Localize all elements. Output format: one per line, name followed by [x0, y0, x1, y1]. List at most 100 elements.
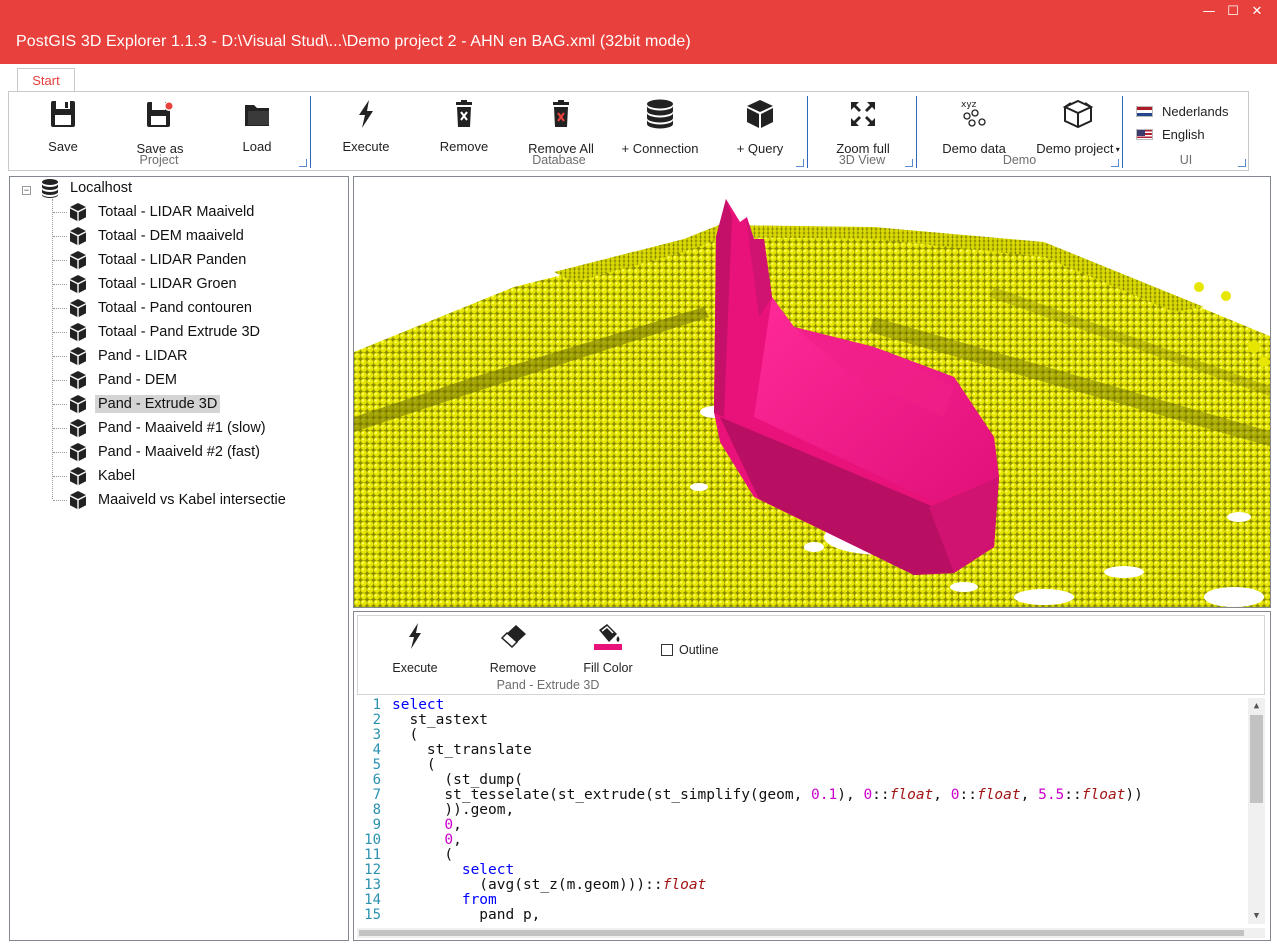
tree-item-label: Kabel [98, 468, 136, 484]
tree-item[interactable]: Totaal - LIDAR Maaiveld [68, 201, 257, 223]
remove-all-button[interactable]: Remove All [526, 98, 596, 156]
tab-start[interactable]: Start [17, 68, 75, 93]
3d-scene[interactable] [354, 177, 1271, 608]
paint-bucket-icon [594, 624, 622, 650]
tree-guide-line [53, 260, 67, 261]
demo-data-button[interactable]: xyz Demo data [940, 98, 1008, 156]
dialog-launcher-icon[interactable] [299, 159, 307, 167]
tree-item[interactable]: Pand - Maaiveld #2 (fast) [68, 441, 263, 463]
title-bar: — ☐ ✕ PostGIS 3D Explorer 1.1.3 - D:\Vis… [0, 0, 1277, 64]
tree-item[interactable]: Pand - DEM [68, 369, 180, 391]
tree-item[interactable]: Totaal - LIDAR Groen [68, 273, 240, 295]
save-label: Save [48, 139, 78, 154]
close-button[interactable]: ✕ [1245, 2, 1269, 22]
ribbon: Save Save as Load Project Execute Remove… [8, 91, 1249, 171]
dialog-launcher-icon[interactable] [905, 159, 913, 167]
scroll-thumb[interactable] [359, 930, 1244, 936]
window-title: PostGIS 3D Explorer 1.1.3 - D:\Visual St… [16, 33, 691, 50]
code-line: ( [392, 727, 419, 743]
tree-guide-line [53, 356, 67, 357]
code-line: from [461, 892, 497, 908]
tree-item[interactable]: Totaal - Pand contouren [68, 297, 255, 319]
language-nederlands[interactable]: Nederlands [1136, 104, 1229, 119]
lightning-icon [359, 100, 373, 128]
add-connection-button[interactable]: + Connection [618, 98, 702, 156]
outline-checkbox[interactable]: Outline [661, 643, 719, 657]
language-english[interactable]: English [1136, 127, 1205, 142]
demo-project-button[interactable]: Demo project ▾ [1032, 98, 1124, 156]
line-number: 4 [372, 742, 381, 758]
tree-item[interactable]: Kabel [68, 465, 138, 487]
tree-guide-line [53, 212, 67, 213]
group-label-database: Database [532, 153, 586, 167]
code-line: st_tesselate(st_extrude(st_simplify(geom… [392, 787, 1143, 803]
line-number: 14 [364, 892, 381, 908]
add-query-button[interactable]: + Query [730, 98, 790, 156]
tree-item[interactable]: Maaiveld vs Kabel intersectie [68, 489, 289, 511]
cube-icon [70, 203, 86, 221]
code-line: (st_dump( [392, 772, 523, 788]
save-button[interactable]: Save [41, 98, 85, 154]
tree-item[interactable]: Pand - LIDAR [68, 345, 190, 367]
tree-item[interactable]: Totaal - LIDAR Panden [68, 249, 249, 271]
query-execute-button[interactable]: Execute [388, 622, 442, 675]
tree-guide-line [53, 452, 67, 453]
code-line: (avg(st_z(m.geom)))::float [392, 877, 707, 893]
line-number: 3 [372, 727, 381, 743]
tree-item-label: Totaal - DEM maaiveld [98, 228, 244, 244]
3d-viewport[interactable] [353, 176, 1271, 608]
dialog-launcher-icon[interactable] [1238, 159, 1246, 167]
maximize-button[interactable]: ☐ [1221, 2, 1245, 22]
line-number: 2 [372, 712, 381, 728]
tree-guide-line [53, 380, 67, 381]
scroll-down-icon[interactable]: ▼ [1248, 908, 1265, 924]
tree-item[interactable]: Pand - Extrude 3D [68, 393, 221, 415]
cube-icon [70, 419, 86, 437]
tree-guide-line [53, 284, 67, 285]
scroll-up-icon[interactable]: ▲ [1248, 698, 1265, 714]
line-number: 1 [372, 698, 381, 713]
save-as-icon [147, 101, 174, 127]
minimize-button[interactable]: — [1197, 2, 1221, 22]
tree-guide-line [53, 500, 67, 501]
query-remove-button[interactable]: Remove [486, 622, 540, 675]
demo-data-icon-text: xyz [961, 100, 977, 110]
code-line: ( [392, 757, 436, 773]
save-as-button[interactable]: Save as [135, 98, 185, 156]
cube-icon [70, 227, 86, 245]
dutch-flag-icon [1136, 106, 1153, 117]
tree-item[interactable]: Totaal - Pand Extrude 3D [68, 321, 263, 343]
tree-item[interactable]: Pand - Maaiveld #1 (slow) [68, 417, 269, 439]
lightning-icon [409, 623, 421, 649]
dialog-launcher-icon[interactable] [796, 159, 804, 167]
tree-root-localhost[interactable]: Localhost [40, 177, 135, 199]
query-execute-label: Execute [392, 661, 438, 675]
execute-button[interactable]: Execute [338, 98, 394, 154]
tree-guide-line [53, 236, 67, 237]
dialog-launcher-icon[interactable] [1111, 159, 1119, 167]
cube-icon [70, 323, 86, 341]
query-panel: Execute Remove Fill Color Outline Pand -… [353, 611, 1271, 941]
remove-button[interactable]: Remove [439, 98, 489, 154]
sql-editor[interactable]: 1 2 3 4 5 6 7 8 9 10 11 12 13 14 15 select st_astext (… [357, 698, 1265, 924]
tree-item-label: Pand - Maaiveld #2 (fast) [98, 444, 260, 460]
tree-item[interactable]: Totaal - DEM maaiveld [68, 225, 247, 247]
load-button[interactable]: Load [237, 98, 277, 154]
scroll-thumb[interactable] [1250, 715, 1263, 803]
tree-guide-line [53, 308, 67, 309]
fill-color-button[interactable]: Fill Color [580, 622, 636, 675]
zoom-full-button[interactable]: Zoom full [833, 98, 893, 156]
line-number: 6 [372, 772, 381, 788]
group-label-project: Project [139, 153, 179, 167]
outline-checkbox-box[interactable] [661, 644, 673, 656]
open-box-icon [1062, 99, 1094, 129]
tree-item-label: Pand - DEM [98, 372, 177, 388]
tree-root-label: Localhost [70, 180, 133, 196]
horizontal-scrollbar[interactable] [357, 928, 1265, 938]
tree-item-label: Pand - Extrude 3D [95, 395, 221, 413]
cube-icon [70, 371, 86, 389]
sql-code[interactable]: select st_astext ( st_translate ( (st_du… [392, 698, 1143, 923]
vertical-scrollbar[interactable]: ▲ ▼ [1248, 698, 1265, 924]
collapse-toggle-icon[interactable]: − [22, 186, 31, 195]
group-separator [310, 96, 311, 168]
